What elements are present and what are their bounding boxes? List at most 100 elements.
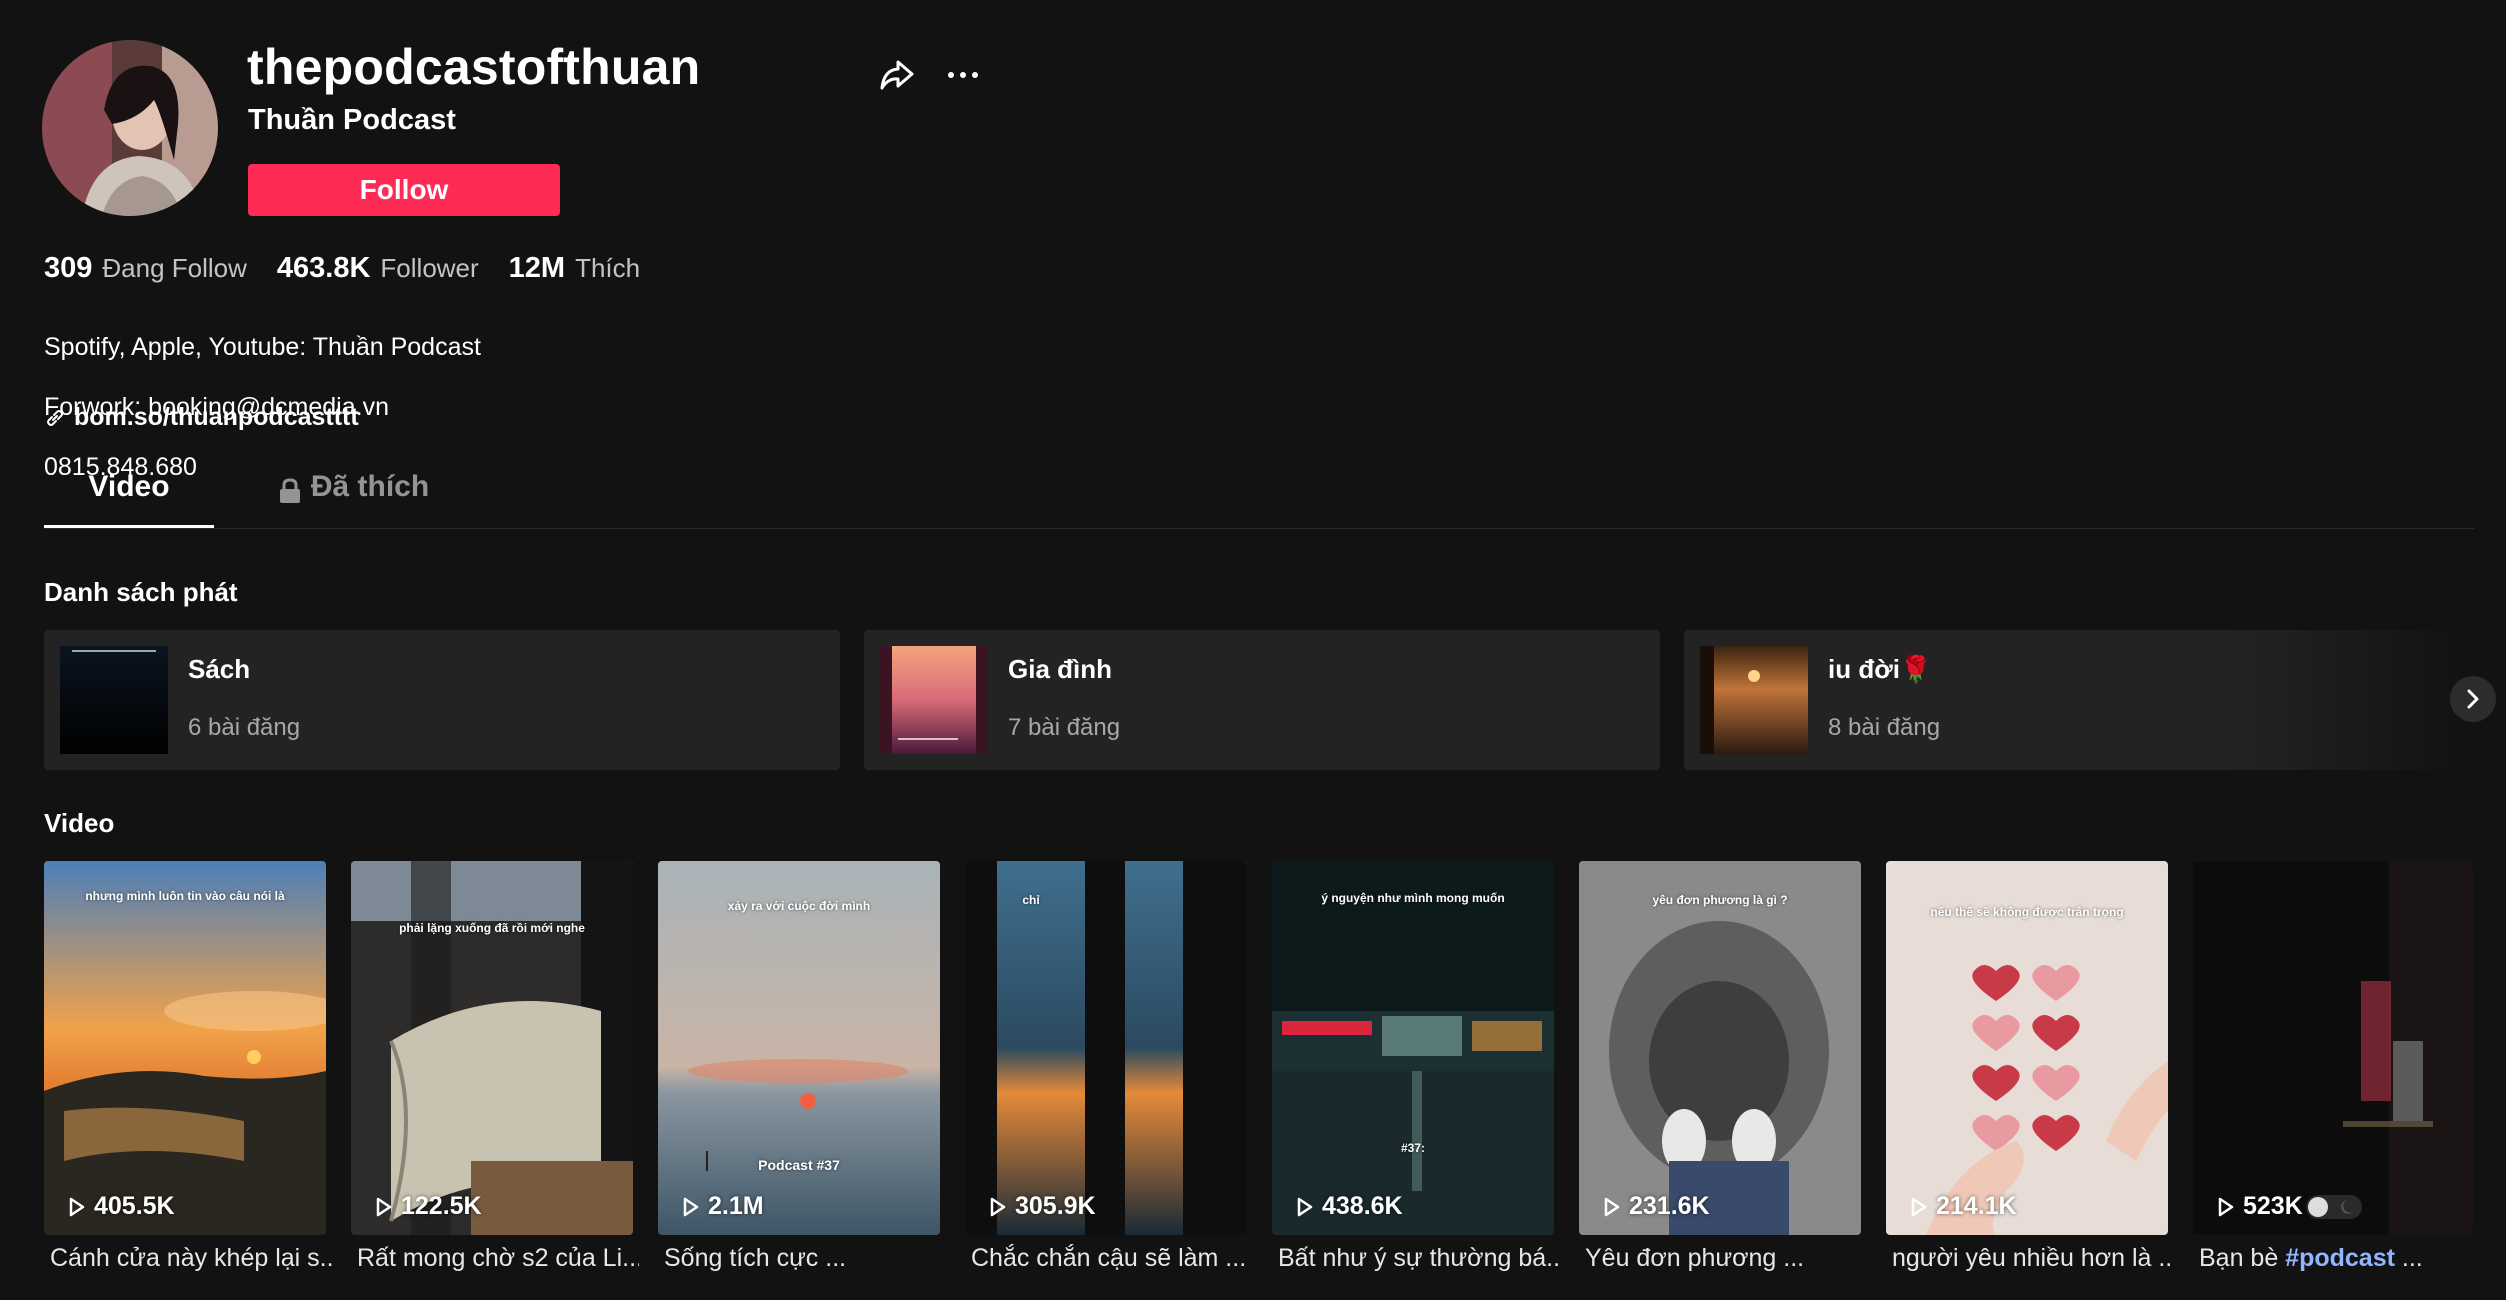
playlist-name: Gia đình	[1008, 654, 1112, 684]
video-overlay-subtext: Podcast #37	[758, 1157, 840, 1173]
video-overlay-text: ý nguyện như mình mong muốn	[1321, 891, 1505, 905]
video-caption[interactable]: Chắc chắn cậu sẽ làm ...	[971, 1244, 1253, 1273]
play-icon	[1911, 1197, 1927, 1216]
playlist-count: 7 bài đăng	[1008, 714, 1121, 741]
profile-link-text[interactable]: bom.so/thuanpodcastttt	[74, 403, 359, 432]
play-icon	[683, 1197, 699, 1216]
video-overlay-text: nếu thế sẽ không được trân trọng	[1930, 905, 2124, 919]
playlist-name: Sách	[188, 654, 251, 684]
playlist-name: iu đời🌹	[1828, 654, 1933, 684]
video-overlay-subtext: #37:	[1400, 1141, 1426, 1155]
playlist-card[interactable]: iu đời🌹 8 bài đăng	[1684, 630, 2464, 770]
avatar-image	[42, 40, 218, 216]
video-overlay-text: nhưng mình luôn tin vào câu nói là	[85, 889, 285, 903]
tab-liked-label: Đã thích	[310, 470, 430, 503]
video-view-count: 214.1K	[1936, 1192, 2017, 1220]
followers-count[interactable]: 463.8K	[277, 252, 371, 285]
followers-label[interactable]: Follower	[380, 253, 478, 284]
bio-line: Spotify, Apple, Youtube: Thuần Podcast	[44, 333, 481, 361]
video-card[interactable]: ý nguyện như mình mong muốn #37: 438.6K	[1272, 861, 1554, 1235]
caption-ellipsis: ...	[2394, 1244, 2423, 1272]
video-thumbnail	[351, 861, 633, 1235]
video-thumbnail	[44, 861, 326, 1235]
video-views: 2.1M	[682, 1192, 764, 1221]
play-icon	[2218, 1197, 2234, 1216]
video-overlay-text: xảy ra với cuộc đời mình	[727, 899, 871, 913]
video-card[interactable]: yêu đơn phương là gì ? 231.6K	[1579, 861, 1861, 1235]
follow-button[interactable]: Follow	[248, 164, 560, 216]
video-view-count: 122.5K	[401, 1192, 482, 1220]
playlist-thumbnail	[1700, 646, 1808, 754]
video-thumbnail	[2193, 861, 2473, 1235]
playlist-count: 8 bài đăng	[1828, 714, 1941, 741]
share-icon[interactable]	[874, 52, 920, 98]
video-views: 231.6K	[1603, 1192, 1710, 1221]
videos-title: Video	[44, 808, 115, 838]
video-caption[interactable]: Yêu đơn phương ...	[1585, 1244, 1867, 1273]
video-views: 305.9K	[989, 1192, 1096, 1221]
playlist-card[interactable]: Gia đình 7 bài đăng	[864, 630, 1660, 770]
video-view-count: 438.6K	[1322, 1192, 1403, 1220]
video-card[interactable]: chỉ 305.9K	[965, 861, 1247, 1235]
tab-liked[interactable]: Đã thích	[264, 470, 444, 528]
playlist-count: 6 bài đăng	[188, 714, 301, 741]
video-view-count: 523K	[2243, 1192, 2303, 1220]
profile-avatar[interactable]	[42, 40, 218, 216]
video-view-count: 405.5K	[94, 1192, 175, 1220]
video-card[interactable]: nhưng mình luôn tin vào câu nói là 405.5…	[44, 861, 326, 1235]
video-card[interactable]: 523K	[2193, 861, 2473, 1235]
following-count[interactable]: 309	[44, 252, 92, 285]
play-icon	[69, 1197, 85, 1216]
tab-video[interactable]: Video	[44, 470, 214, 528]
profile-stats: 309 Đang Follow 463.8K Follower 12M Thíc…	[44, 252, 670, 285]
theme-toggle-icon[interactable]	[2305, 1194, 2363, 1220]
profile-tabs: Video Đã thích	[44, 470, 2474, 529]
profile-link[interactable]: bom.so/thuanpodcastttt	[44, 403, 359, 432]
video-caption[interactable]: Sống tích cực ...	[664, 1244, 946, 1273]
video-views: 405.5K	[68, 1192, 175, 1221]
video-caption[interactable]: Rất mong chờ s2 của Li...	[357, 1244, 639, 1273]
video-views: 214.1K	[1910, 1192, 2017, 1221]
video-views: 122.5K	[375, 1192, 482, 1221]
playlist-next-button[interactable]	[2450, 676, 2496, 722]
play-icon	[376, 1197, 392, 1216]
lock-icon	[279, 478, 300, 503]
video-overlay-text: yêu đơn phương là gì ?	[1652, 893, 1788, 907]
video-views: 438.6K	[1296, 1192, 1403, 1221]
more-options-icon[interactable]	[940, 52, 986, 98]
video-card[interactable]: nếu thế sẽ không được trân trọng 214.1K	[1886, 861, 2168, 1235]
video-overlay-text: chỉ	[1022, 893, 1040, 907]
link-icon	[47, 409, 63, 426]
video-caption[interactable]: Bạn bè #podcast ...	[2199, 1244, 2481, 1273]
play-icon	[990, 1197, 1006, 1216]
video-thumbnail	[1579, 861, 1861, 1235]
caption-text: Bạn bè	[2199, 1244, 2286, 1272]
video-view-count: 305.9K	[1015, 1192, 1096, 1220]
playlist-thumbnail	[880, 646, 988, 754]
likes-count: 12M	[508, 252, 566, 284]
following-label[interactable]: Đang Follow	[102, 253, 247, 284]
caption-hashtag[interactable]: #podcast	[2285, 1244, 2395, 1272]
video-card[interactable]: phải lặng xuống đã rồi mới nghe 122.5K	[351, 861, 633, 1235]
video-caption[interactable]: Bất như ý sự thường bá...	[1278, 1244, 1560, 1273]
video-view-count: 231.6K	[1629, 1192, 1710, 1220]
tab-video-label: Video	[88, 470, 170, 503]
chevron-right-icon	[2467, 689, 2479, 709]
video-thumbnail	[1272, 861, 1554, 1235]
video-caption[interactable]: người yêu nhiều hơn là ...	[1892, 1244, 2174, 1273]
profile-username: thepodcastofthuan	[247, 39, 701, 95]
play-icon	[1297, 1197, 1313, 1216]
video-thumbnail	[965, 861, 1247, 1235]
play-icon	[1604, 1197, 1620, 1216]
playlist-card[interactable]: Sách 6 bài đăng	[44, 630, 840, 770]
video-views: 523K	[2217, 1192, 2363, 1221]
playlists-title: Danh sách phát	[44, 577, 238, 607]
video-overlay-text: phải lặng xuống đã rồi mới nghe	[399, 921, 585, 935]
likes-label: Thích	[575, 253, 641, 283]
video-thumbnail	[658, 861, 940, 1235]
video-view-count: 2.1M	[708, 1192, 764, 1220]
video-card[interactable]: xảy ra với cuộc đời mình Podcast #37 2.1…	[658, 861, 940, 1235]
playlist-thumbnail	[60, 646, 168, 754]
profile-nickname: Thuần Podcast	[248, 104, 456, 136]
video-caption[interactable]: Cánh cửa này khép lại s...	[50, 1244, 332, 1273]
